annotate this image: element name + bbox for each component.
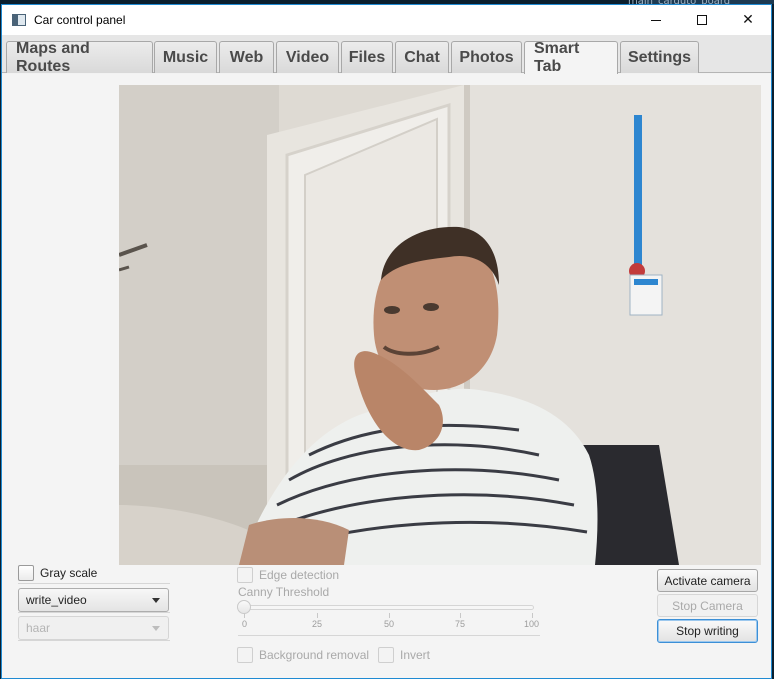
tab-music[interactable]: Music	[154, 41, 217, 73]
title-bar: Car control panel ✕	[2, 5, 771, 35]
grayscale-checkbox[interactable]	[18, 565, 34, 581]
camera-frame-image	[119, 85, 761, 565]
activate-camera-button[interactable]: Activate camera	[657, 569, 758, 592]
slider-tick-label: 100	[524, 619, 540, 629]
close-button[interactable]: ✕	[725, 5, 771, 35]
canny-threshold-slider-thumb[interactable]	[237, 600, 251, 614]
tab-maps-and-routes[interactable]: Maps and Routes	[6, 40, 153, 75]
tab-settings[interactable]: Settings	[620, 41, 699, 73]
tab-bar: Maps and Routes Music Web Video Files Ch…	[2, 35, 771, 75]
edge-detection-label: Edge detection	[259, 568, 340, 582]
mode-select-value: write_video	[26, 593, 87, 607]
edge-detection-option[interactable]: Edge detection	[237, 567, 339, 583]
smart-tab-panel: Gray scale write_video haar Edge detecti…	[2, 74, 771, 678]
window-controls: ✕	[633, 5, 771, 35]
slider-tick-label: 50	[384, 619, 395, 629]
tab-video[interactable]: Video	[276, 41, 339, 73]
slider-tick	[317, 613, 318, 618]
tab-smart-tab[interactable]: Smart Tab	[524, 40, 618, 75]
maximize-icon	[697, 15, 707, 25]
app-window-icon	[12, 14, 26, 26]
stop-writing-button[interactable]: Stop writing	[657, 619, 758, 643]
minimize-button[interactable]	[633, 5, 679, 35]
maximize-button[interactable]	[679, 5, 725, 35]
divider	[18, 640, 170, 641]
invert-label: Invert	[400, 648, 431, 662]
grayscale-option[interactable]: Gray scale	[18, 565, 97, 581]
grayscale-label: Gray scale	[40, 566, 98, 580]
tab-photos[interactable]: Photos	[451, 41, 522, 73]
slider-tick	[389, 613, 390, 618]
divider	[18, 612, 170, 613]
slider-tick	[532, 613, 533, 618]
close-icon: ✕	[742, 12, 754, 28]
tab-files[interactable]: Files	[341, 41, 393, 73]
slider-tick-label: 0	[242, 619, 248, 629]
divider	[18, 583, 170, 584]
background-removal-option[interactable]: Background removal	[237, 647, 369, 663]
chevron-down-icon	[152, 598, 160, 603]
classifier-select-value: haar	[26, 621, 51, 635]
classifier-select[interactable]: haar	[18, 616, 169, 640]
invert-option[interactable]: Invert	[378, 647, 430, 663]
app-window: Car control panel ✕ Maps and Routes Musi…	[1, 4, 772, 679]
tab-web[interactable]: Web	[219, 41, 274, 73]
slider-tick-label: 25	[312, 619, 323, 629]
stop-camera-button[interactable]: Stop Camera	[657, 594, 758, 617]
tab-chat[interactable]: Chat	[395, 41, 449, 73]
invert-checkbox[interactable]	[378, 647, 394, 663]
camera-feed	[119, 85, 761, 565]
slider-tick	[460, 613, 461, 618]
window-title: Car control panel	[34, 13, 126, 27]
slider-tick-label: 75	[455, 619, 466, 629]
mode-select[interactable]: write_video	[18, 588, 169, 612]
minimize-icon	[651, 19, 661, 21]
canny-threshold-slider[interactable]	[238, 605, 534, 610]
canny-threshold-label: Canny Threshold	[238, 585, 330, 599]
edge-detection-checkbox[interactable]	[237, 567, 253, 583]
background-removal-checkbox[interactable]	[237, 647, 253, 663]
divider	[238, 635, 540, 636]
chevron-down-icon	[152, 626, 160, 631]
slider-tick	[244, 613, 245, 618]
background-removal-label: Background removal	[259, 648, 370, 662]
